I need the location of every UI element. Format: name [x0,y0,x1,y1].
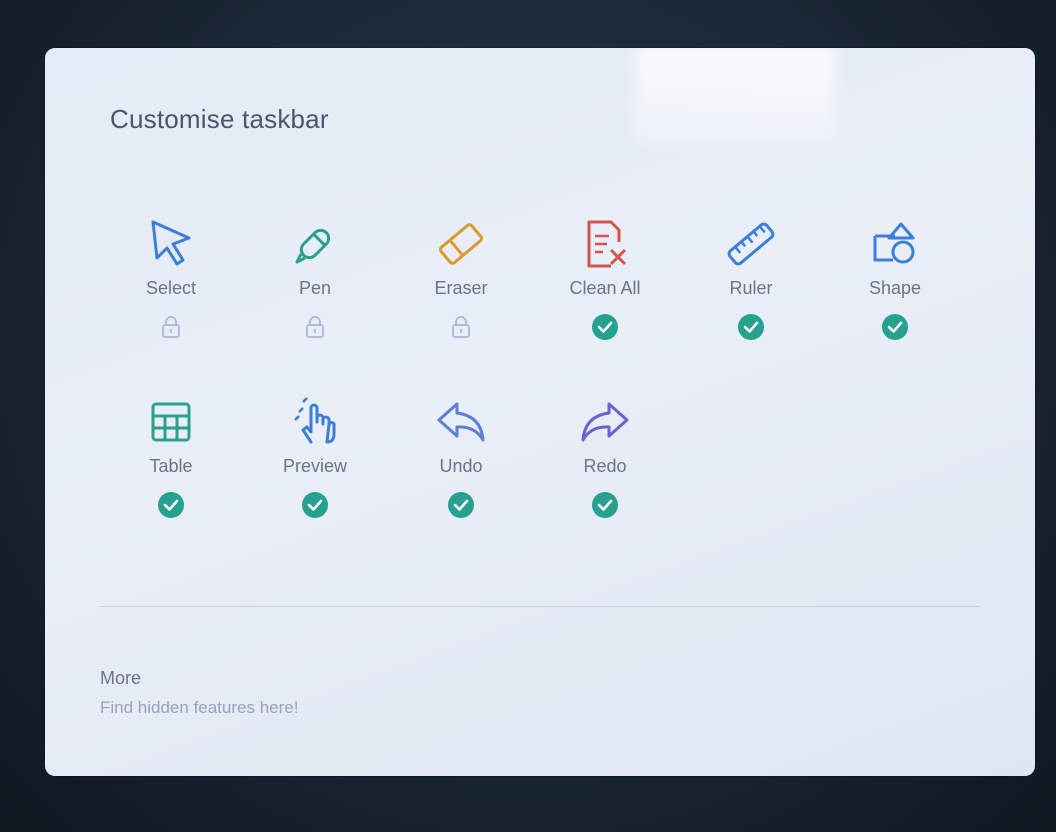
lock-icon [162,316,180,338]
tool-label: Table [149,456,193,476]
tool-label: Eraser [434,278,488,298]
shape-icon [873,222,915,264]
more-section-title[interactable]: More [100,668,141,689]
screen-glare [635,48,835,143]
tool-redo[interactable]: Redo [535,394,675,519]
cursor-arrow-icon [151,220,191,266]
tool-pen[interactable]: Pen [245,216,385,341]
preview-hand-icon [294,397,336,444]
customise-taskbar-dialog: Customise taskbar Select Pen Eraser Clea… [45,48,1035,776]
tool-label: Preview [282,456,348,476]
tool-label: Redo [583,456,627,476]
check-circle-icon [448,492,474,518]
check-circle-icon [592,314,618,340]
table-icon [151,402,191,442]
clean-all-icon [587,220,627,268]
redo-icon [581,402,629,442]
lock-icon [452,316,470,338]
tool-clean-all[interactable]: Clean All [535,216,675,341]
more-section-subtitle[interactable]: Find hidden features here! [100,698,298,718]
tool-shape[interactable]: Shape [825,216,965,341]
tool-label: Select [145,278,197,298]
tool-label: Pen [298,278,332,298]
eraser-icon [438,223,484,265]
undo-icon [437,402,485,442]
tool-table[interactable]: Table [101,394,241,519]
ruler-icon [727,222,775,266]
tool-label: Clean All [569,278,641,298]
lock-icon [306,316,324,338]
check-circle-icon [158,492,184,518]
tool-undo[interactable]: Undo [391,394,531,519]
page-title: Customise taskbar [110,104,329,134]
tool-label: Ruler [729,278,773,298]
tool-eraser[interactable]: Eraser [391,216,531,341]
check-circle-icon [592,492,618,518]
tool-ruler[interactable]: Ruler [681,216,821,341]
tool-select[interactable]: Select [101,216,241,341]
tool-label: Shape [868,278,922,298]
pen-icon [295,228,331,264]
tool-preview[interactable]: Preview [245,394,385,519]
tool-label: Undo [439,456,483,476]
section-divider [100,606,980,607]
check-circle-icon [302,492,328,518]
check-circle-icon [738,314,764,340]
check-circle-icon [882,314,908,340]
